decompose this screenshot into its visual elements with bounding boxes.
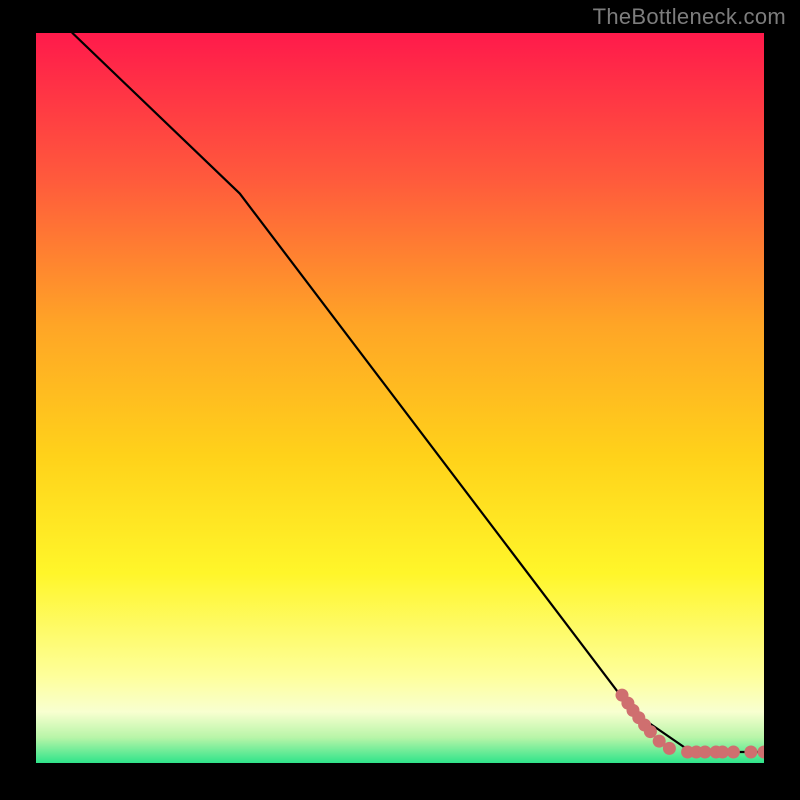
data-marker — [744, 746, 757, 759]
plot-area — [36, 33, 764, 763]
curve-line — [72, 33, 764, 752]
chart-svg — [36, 33, 764, 763]
data-marker — [663, 742, 676, 755]
data-marker — [758, 746, 765, 759]
data-marker — [727, 746, 740, 759]
marker-series — [616, 689, 765, 759]
bottleneck-curve — [72, 33, 764, 752]
data-marker — [644, 725, 657, 738]
chart-frame: TheBottleneck.com — [0, 0, 800, 800]
watermark-text: TheBottleneck.com — [593, 4, 786, 30]
